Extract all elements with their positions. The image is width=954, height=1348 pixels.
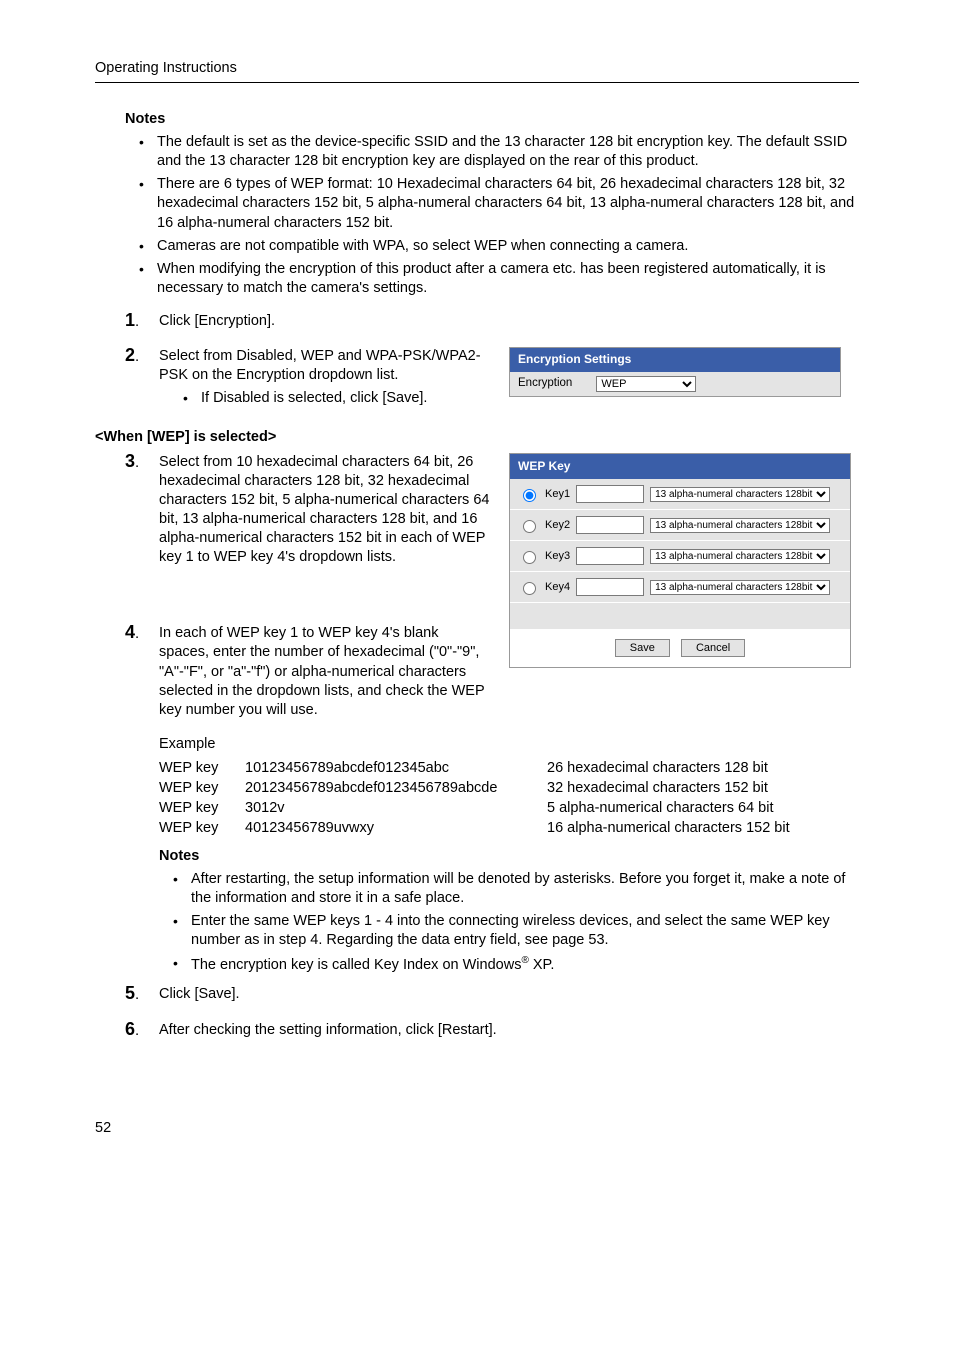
note-item: The encryption key is called Key Index o… <box>169 954 859 975</box>
page-number: 52 <box>95 1120 859 1136</box>
notes-label-top: Notes <box>125 111 859 127</box>
note-item: There are 6 types of WEP format: 10 Hexa… <box>135 175 859 232</box>
registered-mark: ® <box>521 955 528 966</box>
wep-key-label: Key1 <box>545 487 570 502</box>
wep-key1-select[interactable]: 13 alpha-numeral characters 128bit <box>650 487 830 502</box>
note-item: After restarting, the setup information … <box>169 870 859 908</box>
step-6: 6. After checking the setting informatio… <box>125 1021 859 1040</box>
step-text: Click [Encryption]. <box>159 313 275 329</box>
note-item: The default is set as the device-specifi… <box>135 133 859 171</box>
when-wep-heading: <When [WEP] is selected> <box>95 429 859 445</box>
step-text: After checking the setting information, … <box>159 1022 497 1038</box>
wep-key-label: Key2 <box>545 518 570 533</box>
wep-key3-select[interactable]: 13 alpha-numeral characters 128bit <box>650 549 830 564</box>
encryption-settings-panel: Encryption Settings Encryption WEP <box>509 347 841 397</box>
wep-key2-input[interactable] <box>576 516 644 534</box>
table-row: WEP key20123456789abcdef0123456789abcde3… <box>159 778 798 798</box>
example-table: WEP key10123456789abcdef012345abc26 hexa… <box>159 758 798 838</box>
notes-list-top: The default is set as the device-specifi… <box>135 133 859 298</box>
step-1: 1. Click [Encryption]. <box>125 312 859 331</box>
encryption-select[interactable]: WEP <box>596 376 696 392</box>
table-row: WEP key10123456789abcdef012345abc26 hexa… <box>159 758 798 778</box>
wep-key1-radio[interactable] <box>523 489 536 502</box>
wep-key2-radio[interactable] <box>523 520 536 533</box>
wep-key-label: Key3 <box>545 549 570 564</box>
panel-title: WEP Key <box>510 454 850 480</box>
note-item: Enter the same WEP keys 1 - 4 into the c… <box>169 912 859 950</box>
wep-key1-input[interactable] <box>576 485 644 503</box>
wep-key3-radio[interactable] <box>523 551 536 564</box>
table-row: WEP key40123456789uvwxy16 alpha-numerica… <box>159 818 798 838</box>
page-header: Operating Instructions <box>95 60 859 76</box>
example-label: Example <box>159 736 859 752</box>
encryption-label: Encryption <box>518 376 572 391</box>
wep-key4-input[interactable] <box>576 578 644 596</box>
step-text: In each of WEP key 1 to WEP key 4's blan… <box>159 625 484 718</box>
wep-key2-select[interactable]: 13 alpha-numeral characters 128bit <box>650 518 830 533</box>
table-row: WEP key3012v5 alpha-numerical characters… <box>159 798 798 818</box>
step-5: 5. Click [Save]. <box>125 985 859 1004</box>
step-2: 2. Select from Disabled, WEP and WPA-PSK… <box>125 347 859 412</box>
wep-key4-radio[interactable] <box>523 582 536 595</box>
note-item: Cameras are not compatible with WPA, so … <box>135 237 859 256</box>
step-text: Click [Save]. <box>159 986 240 1002</box>
step-sub: If Disabled is selected, click [Save]. <box>179 389 491 408</box>
wep-key-label: Key4 <box>545 580 570 595</box>
step-4: 4. In each of WEP key 1 to WEP key 4's b… <box>125 624 859 720</box>
notes-label-bottom: Notes <box>159 848 859 864</box>
step-text: Select from Disabled, WEP and WPA-PSK/WP… <box>159 348 481 383</box>
note-item: When modifying the encryption of this pr… <box>135 260 859 298</box>
panel-title: Encryption Settings <box>510 348 840 372</box>
wep-key4-select[interactable]: 13 alpha-numeral characters 128bit <box>650 580 830 595</box>
step-text: Select from 10 hexadecimal characters 64… <box>159 454 489 566</box>
divider <box>95 82 859 83</box>
wep-key3-input[interactable] <box>576 547 644 565</box>
